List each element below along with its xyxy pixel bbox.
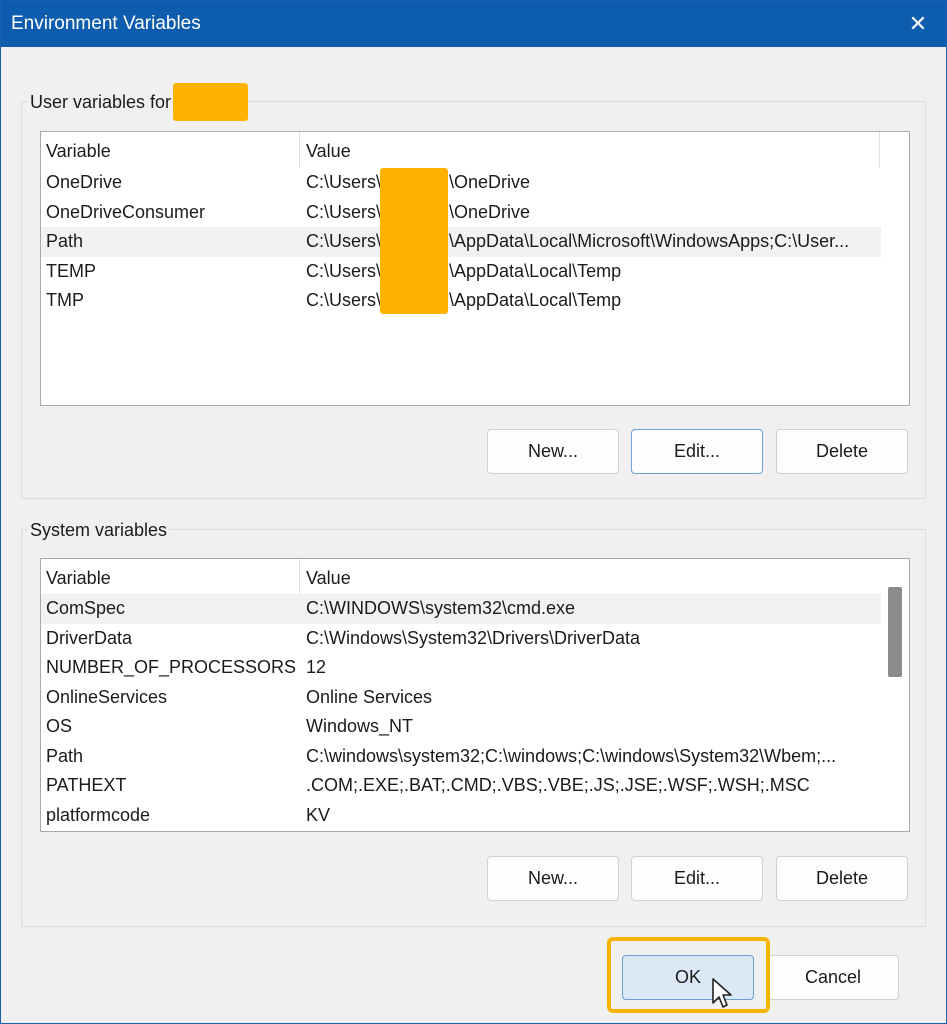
table-row[interactable]: PATHEXT .COM;.EXE;.BAT;.CMD;.VBS;.VBE;.J… (41, 771, 881, 801)
user-variables-group: User variables for Variable Value OneDri… (21, 83, 926, 499)
variable-value: .COM;.EXE;.BAT;.CMD;.VBS;.VBE;.JS;.JSE;.… (306, 775, 810, 795)
table-row[interactable]: OneDrive C:\Users\ \OneDrive (41, 168, 881, 198)
list-header: Variable Value (41, 132, 881, 168)
table-row[interactable]: OS Windows_NT (41, 712, 881, 742)
variable-name: PATHEXT (46, 775, 127, 795)
table-row[interactable]: platformcode KV (41, 801, 881, 831)
table-row[interactable]: TEMP C:\Users\ \AppData\Local\Temp (41, 257, 881, 287)
vertical-scrollbar[interactable] (881, 559, 909, 831)
ok-highlight-frame (607, 937, 770, 1013)
variable-name: platformcode (46, 804, 151, 825)
column-divider[interactable] (299, 559, 300, 595)
redacted-username-values (380, 168, 448, 314)
redacted-username (173, 83, 248, 121)
system-edit-button[interactable]: Edit... (631, 856, 763, 901)
table-row[interactable]: ComSpec C:\WINDOWS\system32\cmd.exe (41, 594, 881, 624)
table-row[interactable]: OneDriveConsumer C:\Users\ \OneDrive (41, 198, 881, 228)
system-variables-list[interactable]: Variable Value ComSpec C:\WINDOWS\system… (40, 558, 910, 832)
variable-name: OneDriveConsumer (46, 201, 206, 222)
variable-name: OnlineServices (46, 686, 168, 707)
variable-name: TMP (46, 290, 84, 310)
column-header-value[interactable]: Value (306, 141, 351, 162)
variable-name: Path (46, 231, 84, 251)
variable-name: TEMP (46, 260, 97, 281)
column-header-variable[interactable]: Variable (46, 568, 111, 589)
user-new-button[interactable]: New... (487, 429, 619, 474)
mouse-pointer-icon (712, 978, 732, 1008)
variable-name: OS (46, 716, 73, 736)
variable-name: OneDrive (46, 172, 123, 192)
close-button[interactable]: ✕ (890, 1, 946, 47)
variable-value: C:\WINDOWS\system32\cmd.exe (306, 598, 576, 618)
variable-value: KV (306, 804, 331, 825)
system-variables-group: System variables Variable Value ComSpec … (21, 520, 926, 927)
column-divider[interactable] (299, 132, 300, 168)
window-title: Environment Variables (11, 13, 201, 34)
system-delete-button[interactable]: Delete (776, 856, 908, 901)
close-icon: ✕ (908, 11, 928, 36)
variable-value: C:\windows\system32;C:\windows;C:\window… (306, 745, 837, 766)
variable-value: 12 (306, 657, 327, 677)
environment-variables-dialog: Environment Variables ✕ User variables f… (0, 0, 947, 1024)
variable-name: Path (46, 745, 84, 766)
title-bar[interactable]: Environment Variables ✕ (1, 1, 946, 47)
system-variables-label: System variables (28, 520, 170, 541)
user-delete-button[interactable]: Delete (776, 429, 908, 474)
cancel-button[interactable]: Cancel (767, 955, 899, 1000)
column-divider (879, 132, 880, 168)
table-row[interactable]: DriverData C:\Windows\System32\Drivers\D… (41, 624, 881, 654)
user-variables-label: User variables for (28, 92, 174, 113)
table-row[interactable]: NUMBER_OF_PROCESSORS 12 (41, 653, 881, 683)
variable-name: ComSpec (46, 598, 126, 618)
variable-value: Online Services (306, 686, 433, 707)
variable-name: DriverData (46, 627, 133, 648)
table-row[interactable]: Path C:\Users\ \AppData\Local\Microsoft\W… (41, 227, 881, 257)
table-row[interactable]: Path C:\windows\system32;C:\windows;C:\w… (41, 742, 881, 772)
column-header-variable[interactable]: Variable (46, 141, 111, 162)
variable-value: Windows_NT (306, 716, 414, 736)
column-header-value[interactable]: Value (306, 568, 351, 589)
scrollbar-thumb[interactable] (888, 587, 902, 677)
table-row[interactable]: OnlineServices Online Services (41, 683, 881, 713)
user-variables-list[interactable]: Variable Value OneDrive C:\Users\ \OneDri… (40, 131, 910, 406)
table-row[interactable]: TMP C:\Users\ \AppData\Local\Temp (41, 286, 881, 316)
list-header: Variable Value (41, 559, 881, 595)
user-edit-button[interactable]: Edit... (631, 429, 763, 474)
system-new-button[interactable]: New... (487, 856, 619, 901)
variable-name: NUMBER_OF_PROCESSORS (46, 657, 297, 677)
variable-value: C:\Windows\System32\Drivers\DriverData (306, 627, 641, 648)
